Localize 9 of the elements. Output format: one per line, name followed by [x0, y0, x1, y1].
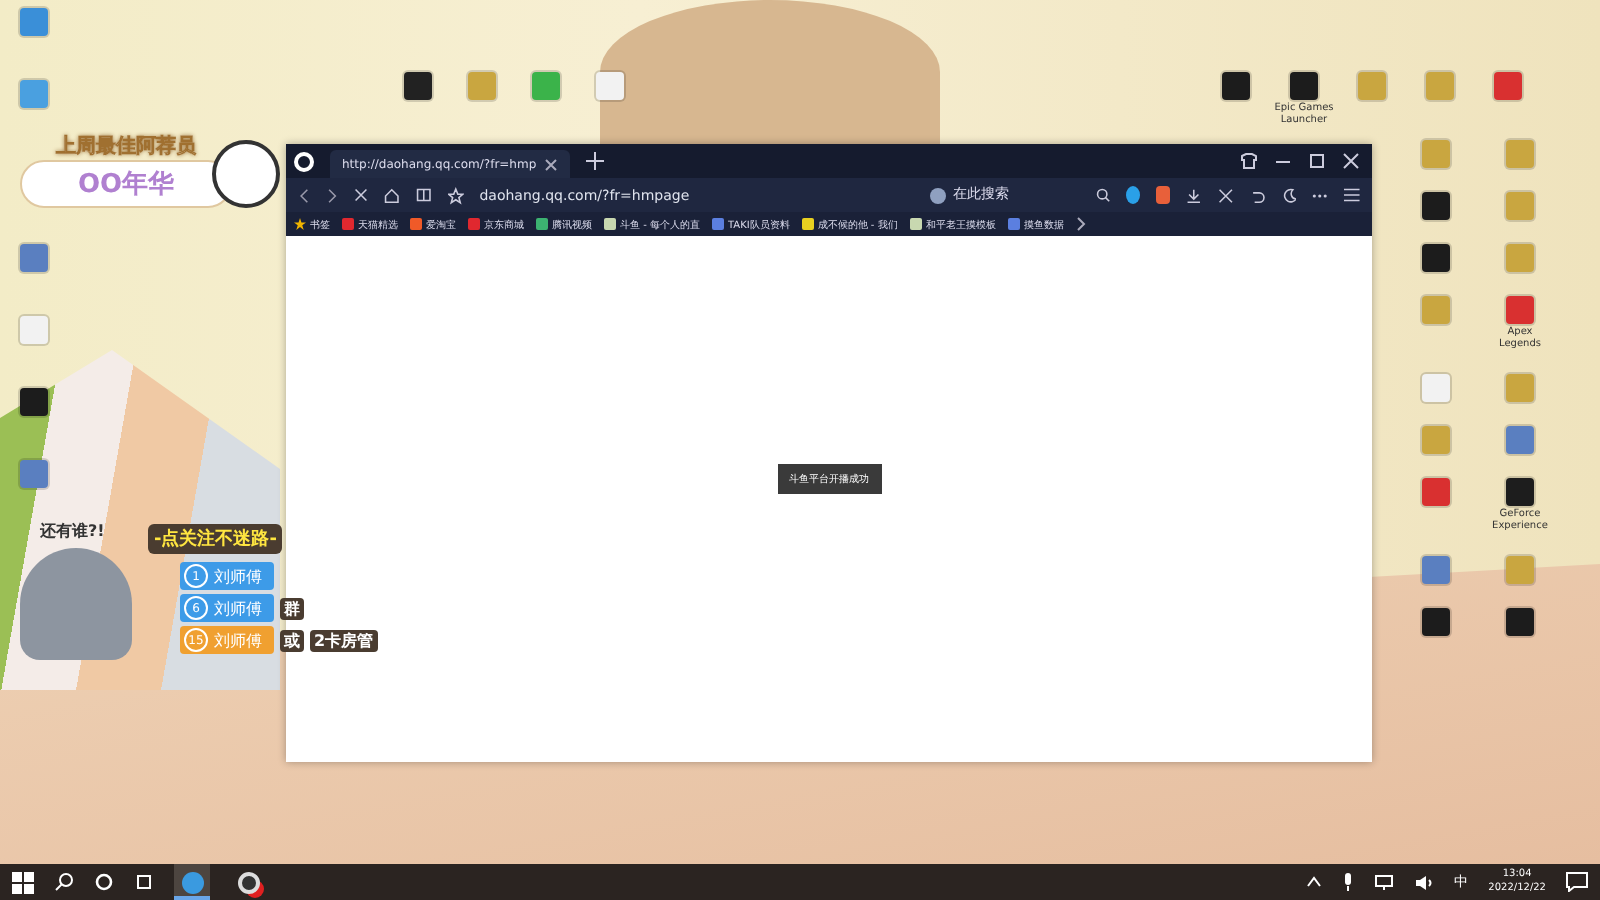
- shout-text: 还有谁?!: [40, 520, 105, 542]
- follow-text: -点关注不迷路-: [148, 524, 283, 554]
- badge-title: 上周最佳阿荐员: [56, 133, 196, 160]
- extra-text: 2卡房管: [310, 629, 378, 651]
- group-name: 刘师傅: [214, 629, 262, 651]
- group-name: 刘师傅: [214, 565, 262, 587]
- group-suffix: 群: [280, 597, 304, 619]
- group-suffix: 或: [280, 629, 304, 651]
- group-name: 刘师傅: [214, 597, 262, 619]
